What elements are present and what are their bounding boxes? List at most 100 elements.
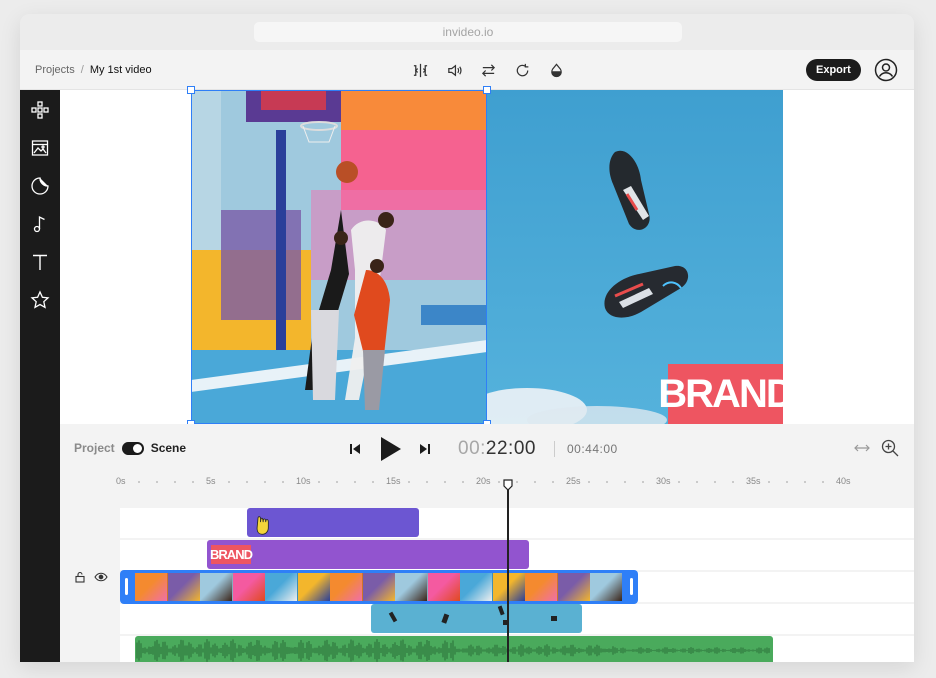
rotate-icon[interactable]	[510, 58, 534, 82]
timeline-tick-dot	[408, 481, 410, 483]
brand-clip-thumbnail: BRAND	[210, 545, 253, 564]
user-avatar-icon[interactable]	[874, 58, 898, 82]
filmstrip-frame	[492, 573, 526, 601]
lock-icon[interactable]	[74, 570, 86, 583]
canvas-toolbar	[408, 58, 568, 82]
filmstrip-frame	[460, 573, 493, 601]
filmstrip-frame	[362, 573, 396, 601]
timeline-tick-dot	[462, 481, 464, 483]
address-bar[interactable]: invideo.io	[254, 22, 682, 42]
sticker-track	[120, 508, 914, 538]
sneakers-clip[interactable]	[371, 604, 582, 633]
timeline-tick-dot	[624, 481, 626, 483]
volume-icon[interactable]	[442, 58, 466, 82]
timeline-tick-label: 15s	[386, 476, 401, 486]
split-icon[interactable]	[408, 58, 432, 82]
timeline-tick-dot	[768, 481, 770, 483]
app-window: invideo.io Projects / My 1st video Expor…	[20, 14, 914, 662]
timeline-tick-dot	[642, 481, 644, 483]
filmstrip-frame	[167, 573, 201, 601]
timeline-tick-dot	[696, 481, 698, 483]
clip-trim-handle-left[interactable]	[125, 578, 128, 595]
breadcrumb-current-project: My 1st video	[89, 64, 152, 76]
playhead-handle[interactable]	[503, 478, 513, 491]
star-icon[interactable]	[28, 288, 52, 312]
sticker-icon[interactable]	[28, 174, 52, 198]
breadcrumb: Projects / My 1st video	[35, 50, 152, 90]
timeline-tick-dot	[138, 481, 140, 483]
eye-icon[interactable]	[94, 570, 108, 582]
timeline-tick-dot	[534, 481, 536, 483]
filmstrip-frame	[525, 573, 558, 601]
clip-trim-handle-right[interactable]	[630, 578, 633, 595]
timeline-tick-dot	[354, 481, 356, 483]
fit-width-icon[interactable]	[853, 439, 871, 457]
timeline-tick-dot	[174, 481, 176, 483]
filmstrip-frame	[265, 573, 298, 601]
sticker-clip[interactable]	[247, 508, 419, 537]
filmstrip-frame	[590, 573, 622, 601]
brand-track: BRAND	[120, 540, 914, 570]
audio-clip[interactable]	[135, 636, 773, 662]
swap-icon[interactable]	[476, 58, 500, 82]
music-icon[interactable]	[28, 212, 52, 236]
resize-handle-top-right[interactable]	[483, 86, 491, 94]
preview-canvas[interactable]: BRAND	[60, 86, 914, 428]
timeline-tick-dot	[246, 481, 248, 483]
audio-track	[120, 636, 914, 662]
timeline-tick-dot	[336, 481, 338, 483]
basketball-scene-image[interactable]	[191, 90, 487, 424]
filmstrip-frame	[427, 573, 461, 601]
timeline-tick-label: 20s	[476, 476, 491, 486]
timeline-tick-dot	[282, 481, 284, 483]
brand-logo-overlay[interactable]: BRAND	[658, 364, 795, 424]
filmstrip-frame	[395, 573, 428, 601]
filmstrip-frame	[297, 573, 331, 601]
timeline-tick-dot	[318, 481, 320, 483]
timeline-tick-dot	[426, 481, 428, 483]
skip-back-icon[interactable]	[348, 442, 362, 456]
filmstrip-frame	[200, 573, 233, 601]
timeline-tick-dot	[228, 481, 230, 483]
zoom-in-icon[interactable]	[880, 438, 900, 458]
playhead[interactable]	[507, 488, 509, 662]
timecode-divider	[554, 441, 555, 457]
text-icon[interactable]	[28, 250, 52, 274]
timecode-minutes-seconds: 22:00	[485, 438, 536, 459]
timeline-tick-label: 35s	[746, 476, 761, 486]
layout-icon[interactable]	[28, 98, 52, 122]
timeline-tick-dot	[552, 481, 554, 483]
current-timecode: 00:22:00	[458, 438, 536, 460]
mode-switch: Project Scene	[74, 441, 186, 455]
timeline-tick-label: 0s	[116, 476, 126, 486]
video-track	[120, 570, 914, 604]
skip-forward-icon[interactable]	[418, 442, 432, 456]
play-icon[interactable]	[378, 436, 402, 462]
timeline-panel[interactable]: 0s 5s 10s 15s 20s 25s 30s 35s 40s BRAND	[60, 474, 914, 662]
browser-titlebar: invideo.io	[20, 14, 914, 50]
timeline-tick-dot	[804, 481, 806, 483]
timeline-tick-label: 40s	[836, 476, 851, 486]
export-button[interactable]: Export	[806, 59, 861, 81]
video-clip-selected[interactable]	[120, 570, 638, 604]
resize-handle-top-left[interactable]	[187, 86, 195, 94]
brand-clip[interactable]: BRAND	[207, 540, 529, 569]
timeline-tick-dot	[264, 481, 266, 483]
breadcrumb-projects-link[interactable]: Projects	[35, 64, 75, 76]
timeline-tick-dot	[822, 481, 824, 483]
scene-mode-label[interactable]: Scene	[151, 441, 186, 455]
timeline-tick-label: 10s	[296, 476, 311, 486]
filmstrip-frame	[135, 573, 168, 601]
timeline-tick-dot	[606, 481, 608, 483]
transport-buttons	[348, 436, 432, 462]
audio-waveform	[136, 639, 770, 662]
timeline-tick-label: 5s	[206, 476, 216, 486]
color-drop-icon[interactable]	[544, 58, 568, 82]
media-icon[interactable]	[28, 136, 52, 160]
project-mode-label[interactable]: Project	[74, 441, 115, 455]
filmstrip-frame	[330, 573, 363, 601]
mode-toggle[interactable]	[121, 441, 144, 455]
video-filmstrip	[135, 573, 622, 601]
tool-sidebar	[20, 90, 60, 662]
timeline-tick-dot	[444, 481, 446, 483]
